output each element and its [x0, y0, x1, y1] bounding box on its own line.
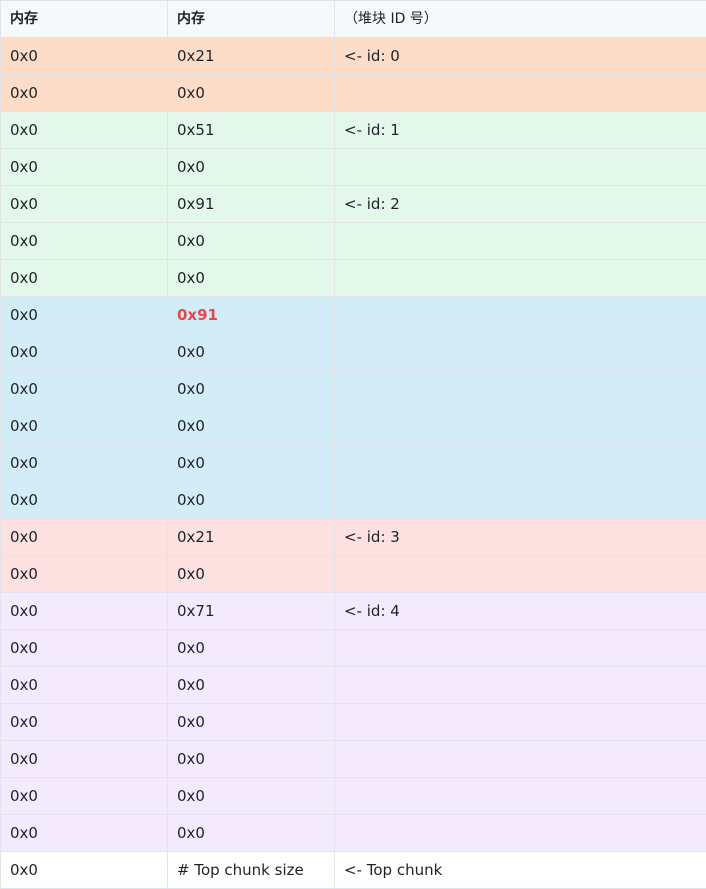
chunk-id-cell: <- id: 1: [334, 111, 706, 149]
chunk-id-cell: <- Top chunk: [334, 851, 706, 889]
memory-cell-2: 0x21: [167, 518, 335, 556]
memory-cell-1: 0x0: [0, 703, 168, 741]
table-row: 0x0 0x0: [0, 407, 706, 445]
memory-cell-2: 0x0: [167, 555, 335, 593]
memory-cell-2: 0x0: [167, 481, 335, 519]
memory-cell-2: 0x51: [167, 111, 335, 149]
chunk-id-cell: [334, 259, 706, 297]
memory-cell-1: 0x0: [0, 518, 168, 556]
memory-cell-1: 0x0: [0, 259, 168, 297]
memory-cell-2: 0x0: [167, 148, 335, 186]
table-row: 0x0 0x0: [0, 481, 706, 519]
chunk-id-cell: [334, 703, 706, 741]
chunk-id-cell: <- id: 2: [334, 185, 706, 223]
memory-cell-1: 0x0: [0, 296, 168, 334]
memory-cell-2: 0x0: [167, 370, 335, 408]
memory-cell-1: 0x0: [0, 814, 168, 852]
chunk-id-cell: [334, 666, 706, 704]
memory-cell-1: 0x0: [0, 74, 168, 112]
memory-cell-1: 0x0: [0, 37, 168, 75]
table-row: 0x0 # Top chunk size <- Top chunk: [0, 851, 706, 889]
table-row: 0x0 0x0: [0, 814, 706, 852]
memory-cell-1: 0x0: [0, 629, 168, 667]
chunk-id-cell: [334, 148, 706, 186]
memory-cell-1: 0x0: [0, 185, 168, 223]
table-row: 0x0 0x91 <- id: 2: [0, 185, 706, 223]
table-body: 0x0 0x21 <- id: 0 0x0 0x0 0x0 0x51 <- id: 1 0x0 0…: [0, 37, 706, 889]
heap-memory-table: 内存 内存 （堆块 ID 号） 0x0 0x21 <- id: 0 0x0 0x0 0x0…: [0, 0, 706, 889]
table-row: 0x0 0x0: [0, 740, 706, 778]
table-row: 0x0 0x71 <- id: 4: [0, 592, 706, 630]
memory-cell-2: 0x21: [167, 37, 335, 75]
table-row: 0x0 0x0: [0, 259, 706, 297]
memory-cell-1: 0x0: [0, 777, 168, 815]
table-row: 0x0 0x0: [0, 444, 706, 482]
memory-cell-1: 0x0: [0, 851, 168, 889]
header-memory-2: 内存: [167, 0, 335, 38]
memory-cell-2: 0x0: [167, 74, 335, 112]
memory-cell-2: 0x0: [167, 629, 335, 667]
chunk-id-cell: <- id: 4: [334, 592, 706, 630]
memory-cell-1: 0x0: [0, 444, 168, 482]
chunk-id-cell: [334, 407, 706, 445]
memory-cell-2: # Top chunk size: [167, 851, 335, 889]
table-header: 内存 内存 （堆块 ID 号）: [0, 0, 706, 38]
chunk-id-cell: <- id: 3: [334, 518, 706, 556]
chunk-id-cell: [334, 444, 706, 482]
chunk-id-cell: [334, 814, 706, 852]
memory-cell-2: 0x91: [167, 185, 335, 223]
table-row: 0x0 0x21 <- id: 3: [0, 518, 706, 556]
memory-cell-2: 0x71: [167, 592, 335, 630]
memory-cell-2: 0x0: [167, 814, 335, 852]
memory-cell-2: 0x0: [167, 259, 335, 297]
memory-cell-1: 0x0: [0, 222, 168, 260]
header-row: 内存 内存 （堆块 ID 号）: [0, 0, 706, 38]
chunk-id-cell: <- id: 0: [334, 37, 706, 75]
header-memory-1: 内存: [0, 0, 168, 38]
chunk-id-cell: [334, 74, 706, 112]
memory-cell-1: 0x0: [0, 407, 168, 445]
chunk-id-cell: [334, 370, 706, 408]
chunk-id-cell: [334, 629, 706, 667]
table-row: 0x0 0x0: [0, 703, 706, 741]
memory-cell-2: 0x0: [167, 333, 335, 371]
memory-cell-1: 0x0: [0, 740, 168, 778]
table-row: 0x0 0x91: [0, 296, 706, 334]
memory-cell-2: 0x0: [167, 740, 335, 778]
chunk-id-cell: [334, 296, 706, 334]
chunk-id-cell: [334, 222, 706, 260]
table-row: 0x0 0x0: [0, 555, 706, 593]
table-row: 0x0 0x0: [0, 74, 706, 112]
table-row: 0x0 0x0: [0, 148, 706, 186]
chunk-id-cell: [334, 333, 706, 371]
memory-cell-2: 0x0: [167, 222, 335, 260]
chunk-id-cell: [334, 740, 706, 778]
table-row: 0x0 0x0: [0, 370, 706, 408]
memory-cell-1: 0x0: [0, 555, 168, 593]
memory-cell-1: 0x0: [0, 666, 168, 704]
table-row: 0x0 0x0: [0, 629, 706, 667]
header-chunk-id: （堆块 ID 号）: [334, 0, 706, 38]
table-row: 0x0 0x0: [0, 777, 706, 815]
memory-cell-2: 0x0: [167, 407, 335, 445]
table-row: 0x0 0x0: [0, 666, 706, 704]
memory-cell-1: 0x0: [0, 148, 168, 186]
memory-cell-2: 0x0: [167, 444, 335, 482]
memory-cell-2: 0x0: [167, 777, 335, 815]
chunk-id-cell: [334, 481, 706, 519]
memory-cell-1: 0x0: [0, 592, 168, 630]
table-row: 0x0 0x21 <- id: 0: [0, 37, 706, 75]
highlighted-size-cell: 0x91: [167, 296, 335, 334]
chunk-id-cell: [334, 777, 706, 815]
memory-cell-2: 0x0: [167, 666, 335, 704]
memory-cell-1: 0x0: [0, 481, 168, 519]
table-row: 0x0 0x51 <- id: 1: [0, 111, 706, 149]
table-row: 0x0 0x0: [0, 333, 706, 371]
memory-cell-1: 0x0: [0, 370, 168, 408]
chunk-id-cell: [334, 555, 706, 593]
memory-cell-2: 0x0: [167, 703, 335, 741]
table-row: 0x0 0x0: [0, 222, 706, 260]
memory-cell-1: 0x0: [0, 333, 168, 371]
memory-cell-1: 0x0: [0, 111, 168, 149]
